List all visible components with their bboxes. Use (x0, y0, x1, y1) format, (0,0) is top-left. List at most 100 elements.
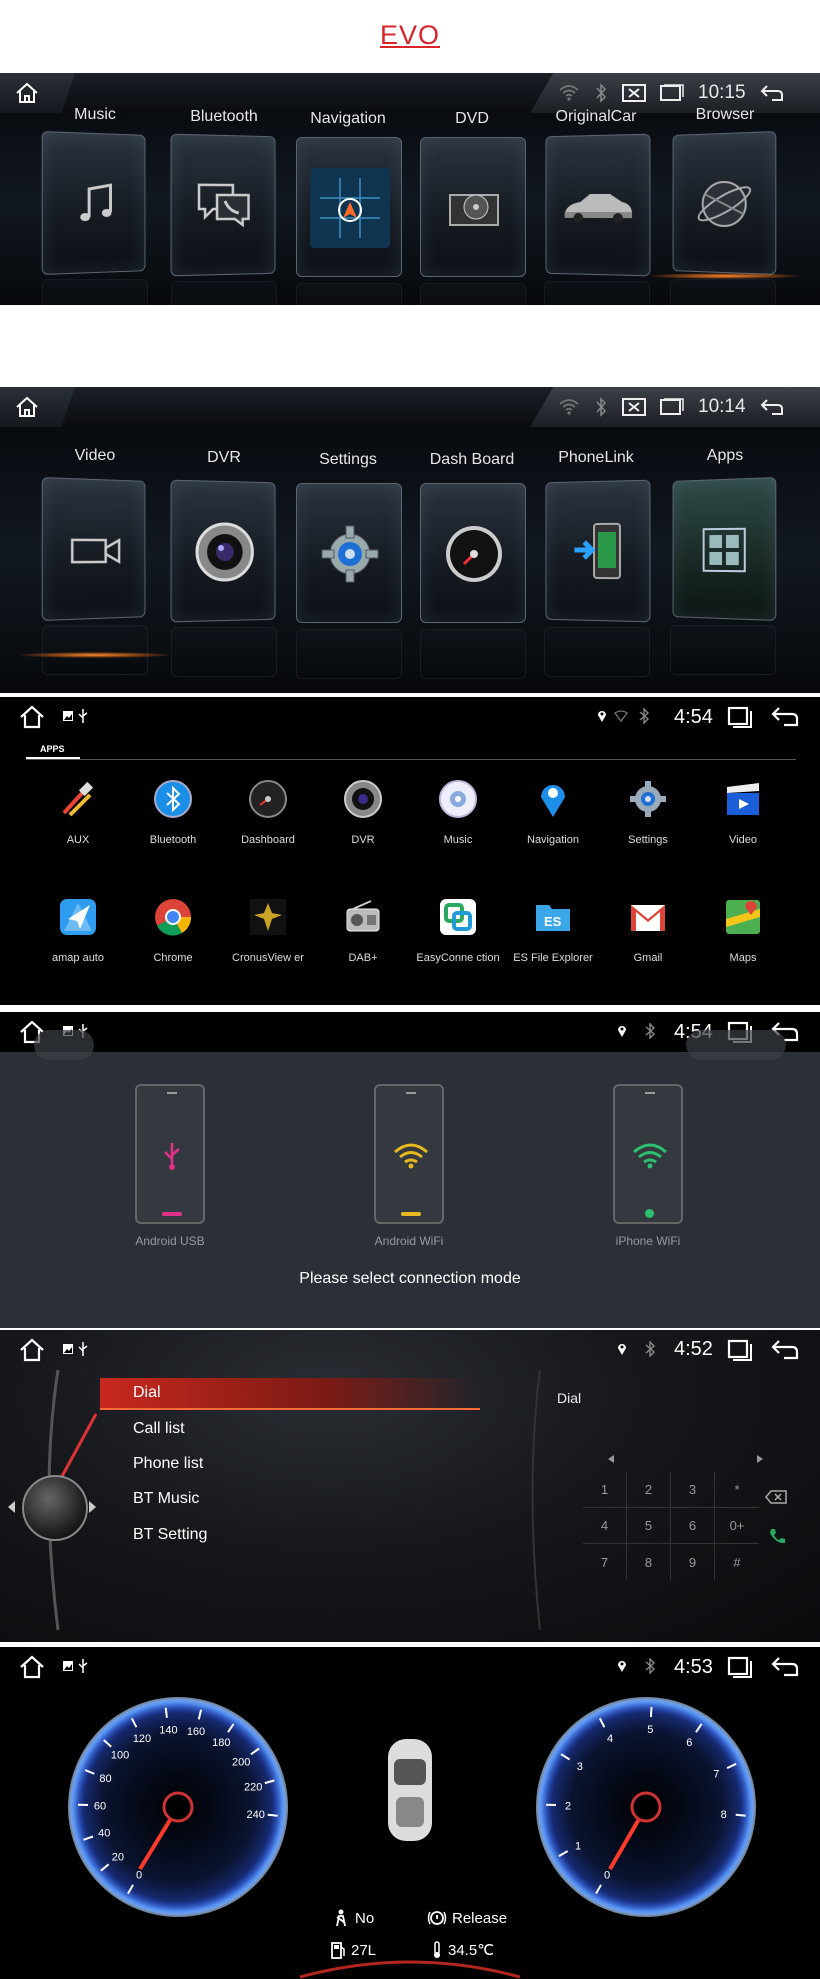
key-8[interactable]: 8 (627, 1544, 671, 1580)
app-chrome[interactable]: Chrome (126, 895, 220, 965)
menu-item-bt-setting[interactable]: BT Setting (133, 1526, 207, 1544)
app-navigation[interactable]: Navigation (506, 777, 600, 847)
seatbelt-icon (332, 1909, 350, 1927)
chevron-right-icon (88, 1500, 98, 1514)
app-music[interactable]: Music (411, 777, 505, 847)
key-star[interactable]: * (715, 1472, 759, 1508)
originalcar-tile[interactable] (545, 134, 650, 277)
aux-cable-icon (58, 779, 98, 819)
dial-title: Dial (557, 1390, 581, 1406)
video-tile[interactable] (42, 477, 146, 621)
bluetooth-tile[interactable] (171, 134, 276, 277)
dash-board-tile[interactable] (420, 483, 526, 623)
speed-tick-mark (268, 1815, 278, 1816)
key-7[interactable]: 7 (583, 1544, 627, 1580)
app-bluetooth[interactable]: Bluetooth (126, 777, 220, 847)
app-amap-auto[interactable]: amap auto (31, 895, 125, 965)
fuel-status: 27L (330, 1941, 376, 1959)
home-icon[interactable] (14, 82, 40, 104)
recent-apps-icon[interactable] (660, 84, 684, 102)
browser-tile[interactable] (673, 131, 777, 275)
key-1[interactable]: 1 (583, 1472, 627, 1508)
home-icon[interactable] (14, 396, 40, 418)
tile-label-originalcar: OriginalCar (526, 108, 666, 126)
key-hash[interactable]: # (715, 1544, 759, 1580)
car-top-view-icon (384, 1735, 436, 1845)
selection-glow (20, 652, 170, 658)
key-5[interactable]: 5 (627, 1508, 671, 1544)
chrome-icon (153, 897, 193, 937)
iphone-wifi-option[interactable] (613, 1084, 683, 1224)
back-icon[interactable] (760, 398, 784, 416)
app-easyconnection[interactable]: EasyConne ction (411, 895, 505, 965)
music-tile[interactable] (42, 131, 146, 275)
app-gmail[interactable]: Gmail (601, 895, 695, 965)
speed-tick: 40 (98, 1828, 110, 1840)
dashboard-app-icon (248, 779, 288, 819)
speed-tick: 220 (244, 1781, 262, 1793)
chevron-left-icon[interactable] (607, 1455, 615, 1463)
back-icon[interactable] (760, 84, 784, 102)
image-notification-icon (62, 710, 74, 722)
menu-item-dial[interactable]: Dial (133, 1384, 161, 1402)
menu-item-phone-list[interactable]: Phone list (133, 1455, 203, 1473)
app-aux[interactable]: AUX (31, 777, 125, 847)
settings-tile[interactable] (296, 483, 402, 623)
phonelink-tile[interactable] (545, 480, 650, 623)
key-0-plus[interactable]: 0+ (715, 1508, 759, 1544)
connection-prompt: Please select connection mode (0, 1270, 820, 1288)
apps-tile[interactable] (673, 477, 777, 621)
key-2[interactable]: 2 (627, 1472, 671, 1508)
bluetooth-phone-screen: 4:52 Dial Call list Phone list BT Music … (0, 1330, 820, 1642)
app-dashboard[interactable]: Dashboard (221, 777, 315, 847)
menu-item-call-list[interactable]: Call list (133, 1420, 185, 1438)
android-usb-option[interactable] (135, 1084, 205, 1224)
selection-glow (650, 273, 800, 279)
close-box-icon[interactable] (622, 84, 646, 102)
navigation-arrow-icon (320, 178, 380, 238)
settings-shortcut-button[interactable] (686, 1030, 786, 1060)
key-9[interactable]: 9 (671, 1544, 715, 1580)
key-3[interactable]: 3 (671, 1472, 715, 1508)
key-6[interactable]: 6 (671, 1508, 715, 1544)
recent-apps-icon[interactable] (727, 705, 753, 729)
map-pin-app-icon (538, 779, 568, 819)
chevron-right-icon[interactable] (756, 1455, 764, 1463)
exit-button[interactable] (34, 1030, 94, 1060)
app-settings[interactable]: Settings (601, 777, 695, 847)
dashboard-screen: 4:53 0 20 40 60 80 100 120 140 160 180 200 220 240 0… (0, 1647, 820, 1979)
app-video[interactable]: Video (696, 777, 790, 847)
key-4[interactable]: 4 (583, 1508, 627, 1544)
music-note-icon (71, 179, 120, 230)
rpm-tick: 0 (604, 1870, 610, 1882)
idrive-knob[interactable] (22, 1475, 88, 1541)
tile-label-navigation: Navigation (278, 110, 418, 128)
tab-apps[interactable]: APPS (40, 744, 65, 754)
chevron-left-icon (6, 1500, 16, 1514)
recent-apps-icon[interactable] (660, 398, 684, 416)
speed-tick: 200 (232, 1756, 250, 1768)
menu-item-bt-music[interactable]: BT Music (133, 1490, 199, 1508)
android-wifi-option[interactable] (374, 1084, 444, 1224)
app-maps[interactable]: Maps (696, 895, 790, 965)
call-icon[interactable] (768, 1527, 786, 1545)
speed-tick: 0 (136, 1870, 142, 1882)
navigation-tile[interactable] (296, 137, 402, 277)
rpm-tick: 8 (721, 1809, 727, 1821)
music-app-icon (438, 779, 478, 819)
app-es-file-explorer[interactable]: ES ES File Explorer (506, 895, 600, 965)
dial-keypad: 1 2 3 * 4 5 6 0+ 7 8 9 # (583, 1472, 759, 1580)
bluetooth-icon (594, 83, 608, 103)
tile-label-bluetooth: Bluetooth (154, 108, 294, 126)
speed-tick: 160 (187, 1726, 205, 1738)
dvd-tile[interactable] (420, 137, 526, 277)
app-cronusviewer[interactable]: CronusView er (221, 895, 315, 965)
close-box-icon[interactable] (622, 398, 646, 416)
back-icon[interactable] (770, 705, 800, 729)
app-dvr[interactable]: DVR (316, 777, 410, 847)
dvr-tile[interactable] (171, 480, 276, 623)
home-icon[interactable] (18, 705, 46, 729)
backspace-icon[interactable] (765, 1490, 787, 1504)
wifi-icon (558, 398, 580, 416)
app-dab-plus[interactable]: DAB+ (316, 895, 410, 965)
